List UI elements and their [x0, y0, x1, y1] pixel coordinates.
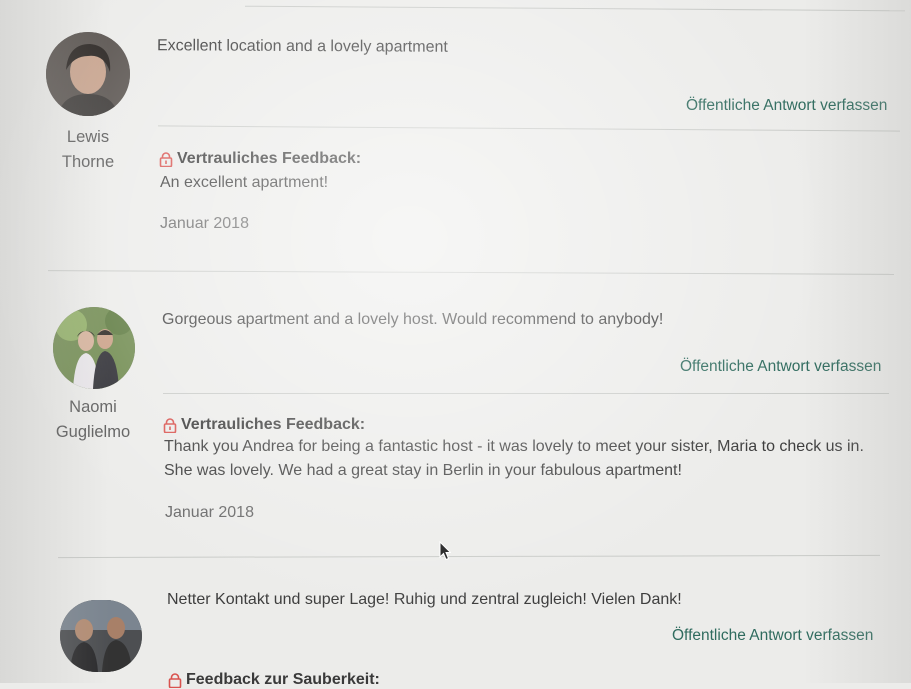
avatar[interactable]	[53, 307, 135, 389]
avatar[interactable]	[60, 600, 142, 672]
avatar[interactable]	[46, 32, 130, 116]
private-feedback-title: Vertrauliches Feedback:	[159, 150, 361, 168]
reviewer-first-name: Lewis	[66, 128, 110, 146]
review-text: Excellent location and a lovely apartmen…	[156, 37, 448, 56]
reviewer-name[interactable]: Lewis Thorne	[38, 125, 138, 175]
feedback-line: She was lovely. We had a great stay in B…	[164, 462, 682, 479]
public-reply-link[interactable]: Öffentliche Antwort verfassen	[686, 97, 887, 115]
private-feedback-text: Thank you Andrea for being a fantastic h…	[164, 435, 864, 483]
user-photo-icon	[53, 307, 135, 389]
cleanliness-feedback-label: Feedback zur Sauberkeit:	[186, 671, 380, 688]
lock-icon	[168, 672, 182, 688]
section-divider	[163, 393, 889, 394]
private-feedback-text: An excellent apartment!	[160, 171, 328, 195]
private-feedback-label: Vertrauliches Feedback:	[177, 150, 362, 167]
lock-icon	[163, 417, 177, 433]
feedback-line: Thank you Andrea for being a fantastic h…	[164, 438, 864, 455]
review-divider	[58, 554, 880, 559]
user-photo-icon	[46, 32, 130, 116]
reviewer-first-name: Naomi	[69, 398, 117, 416]
review-text: Netter Kontakt und super Lage! Ruhig und…	[167, 591, 682, 608]
lock-icon	[159, 151, 173, 167]
mouse-cursor-icon	[439, 541, 451, 561]
feedback-line: An excellent apartment!	[160, 174, 329, 191]
top-divider	[245, 5, 905, 12]
reviewer-last-name: Thorne	[61, 153, 115, 171]
public-reply-link[interactable]: Öffentliche Antwort verfassen	[680, 358, 881, 376]
review-date: Januar 2018	[165, 504, 254, 521]
reviewer-name[interactable]: Naomi Guglielmo	[43, 395, 143, 445]
cleanliness-feedback-title: Feedback zur Sauberkeit:	[168, 671, 380, 689]
public-reply-link[interactable]: Öffentliche Antwort verfassen	[672, 627, 873, 645]
review-date: Januar 2018	[160, 215, 249, 232]
section-divider	[158, 125, 900, 132]
private-feedback-title: Vertrauliches Feedback:	[163, 416, 365, 434]
user-photo-icon	[60, 600, 142, 672]
private-feedback-label: Vertrauliches Feedback:	[181, 416, 366, 433]
reviewer-last-name: Guglielmo	[55, 423, 131, 441]
review-text: Gorgeous apartment and a lovely host. Wo…	[162, 311, 664, 328]
review-divider	[48, 270, 894, 275]
